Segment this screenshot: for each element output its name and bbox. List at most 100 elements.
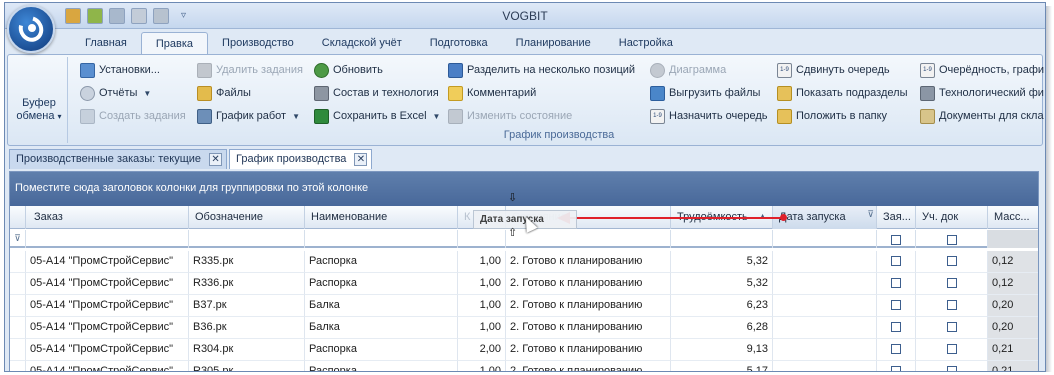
cell-launch-date[interactable]: [773, 361, 877, 371]
cell-name[interactable]: Распорка: [305, 361, 458, 371]
cell-labor[interactable]: 5,32: [671, 251, 773, 273]
filter-cell-launch-date[interactable]: [773, 230, 877, 248]
cell-labor[interactable]: 6,28: [671, 317, 773, 339]
filter-cell-order[interactable]: [26, 230, 189, 248]
column-header-order[interactable]: Заказ: [26, 206, 189, 229]
cell-accounting-doc[interactable]: [916, 295, 988, 317]
doc-tab-production-schedule[interactable]: График производства ✕: [229, 149, 373, 169]
cell-quantity[interactable]: 1,00: [458, 317, 506, 339]
cell-labor[interactable]: 5,32: [671, 273, 773, 295]
checkbox[interactable]: [891, 256, 901, 266]
close-icon[interactable]: ✕: [354, 153, 368, 166]
cell-quantity[interactable]: 1,00: [458, 273, 506, 295]
delete-tasks-button[interactable]: Удалить задания: [197, 60, 303, 80]
row-indicator-cell[interactable]: [10, 295, 26, 317]
filter-cell-quantity[interactable]: [458, 230, 506, 248]
cell-designation[interactable]: R336.pк: [189, 273, 305, 295]
cell-designation[interactable]: B36.pк: [189, 317, 305, 339]
tab-edit[interactable]: Правка: [140, 32, 209, 54]
tab-preparation[interactable]: Подготовка: [416, 32, 502, 54]
row-indicator-cell[interactable]: [10, 317, 26, 339]
queue-graph-button[interactable]: 1-9 Очерёдность, графи: [920, 60, 1044, 80]
checkbox[interactable]: [946, 278, 957, 288]
row-indicator-cell[interactable]: [10, 251, 26, 273]
column-header-application[interactable]: Зая...: [877, 206, 916, 229]
cell-name[interactable]: Балка: [305, 317, 458, 339]
filter-cell-name[interactable]: [305, 230, 458, 248]
show-subdivisions-button[interactable]: Показать подразделы: [777, 83, 907, 103]
cell-labor[interactable]: 6,23: [671, 295, 773, 317]
column-header-accounting-doc[interactable]: Уч. док: [916, 206, 988, 229]
filter-cell-labor[interactable]: [671, 230, 773, 248]
cell-launch-date[interactable]: [773, 295, 877, 317]
cell-application[interactable]: [877, 251, 916, 273]
tech-filter-button[interactable]: Технологический фи: [920, 83, 1044, 103]
cell-order[interactable]: 05-А14 "ПромСтройСервис": [26, 273, 189, 295]
cell-designation[interactable]: R305.pк: [189, 361, 305, 371]
diagram-button[interactable]: Диаграмма: [650, 60, 726, 80]
checkbox[interactable]: [946, 322, 957, 332]
cell-mass[interactable]: 0,21: [988, 339, 1038, 361]
filter-icon[interactable]: ⊽: [867, 206, 874, 225]
refresh-button[interactable]: Обновить: [314, 60, 383, 80]
composition-technology-button[interactable]: Состав и технология: [314, 83, 439, 103]
put-in-folder-button[interactable]: Положить в папку: [777, 106, 887, 126]
cell-name[interactable]: Балка: [305, 295, 458, 317]
cell-launch-date[interactable]: [773, 339, 877, 361]
filter-cell-accounting-doc[interactable]: [916, 230, 988, 248]
cell-labor[interactable]: 9,13: [671, 339, 773, 361]
work-schedule-dropdown[interactable]: График работ ▼: [197, 106, 300, 126]
cell-application[interactable]: [877, 273, 916, 295]
checkbox[interactable]: [946, 344, 957, 354]
checkbox[interactable]: [891, 300, 901, 310]
row-indicator-cell[interactable]: [10, 339, 26, 361]
cell-state[interactable]: 2. Готово к планированию: [506, 339, 671, 361]
cell-state[interactable]: 2. Готово к планированию: [506, 251, 671, 273]
settings-button[interactable]: Установки...: [80, 60, 160, 80]
assign-queue-button[interactable]: 1-9 Назначить очередь: [650, 106, 768, 126]
cell-state[interactable]: 2. Готово к планированию: [506, 317, 671, 339]
close-icon[interactable]: ✕: [209, 153, 223, 166]
filter-cell-designation[interactable]: [189, 230, 305, 248]
cell-application[interactable]: [877, 295, 916, 317]
cell-accounting-doc[interactable]: [916, 273, 988, 295]
upload-files-button[interactable]: Выгрузить файлы: [650, 83, 760, 103]
cell-mass[interactable]: 0,12: [988, 251, 1038, 273]
cell-launch-date[interactable]: [773, 273, 877, 295]
tab-planning[interactable]: Планирование: [502, 32, 605, 54]
cell-name[interactable]: Распорка: [305, 251, 458, 273]
cell-labor[interactable]: 5,17: [671, 361, 773, 371]
warehouse-docs-button[interactable]: Документы для скла: [920, 106, 1044, 126]
cell-state[interactable]: 2. Готово к планированию: [506, 273, 671, 295]
cell-name[interactable]: Распорка: [305, 339, 458, 361]
split-positions-button[interactable]: Разделить на несколько позиций: [448, 60, 635, 80]
cell-mass[interactable]: 0,20: [988, 295, 1038, 317]
cell-application[interactable]: [877, 339, 916, 361]
column-header-mass[interactable]: Масс...: [988, 206, 1038, 229]
checkbox[interactable]: [891, 344, 901, 354]
column-header-name[interactable]: Наименование: [305, 206, 458, 229]
cell-mass[interactable]: 0,20: [988, 317, 1038, 339]
clipboard-button[interactable]: Буфер обмена ▾: [11, 57, 68, 143]
cell-accounting-doc[interactable]: [916, 361, 988, 371]
save-excel-dropdown[interactable]: Сохранить в Excel ▼: [314, 106, 440, 126]
cell-application[interactable]: [877, 317, 916, 339]
cell-launch-date[interactable]: [773, 251, 877, 273]
cell-application[interactable]: [877, 361, 916, 371]
shift-queue-button[interactable]: 1-9 Сдвинуть очередь: [777, 60, 890, 80]
cell-mass[interactable]: 0,21: [988, 361, 1038, 371]
change-state-button[interactable]: Изменить состояние: [448, 106, 572, 126]
tab-settings[interactable]: Настройка: [605, 32, 687, 54]
cell-launch-date[interactable]: [773, 317, 877, 339]
cell-quantity[interactable]: 1,00: [458, 251, 506, 273]
checkbox[interactable]: [891, 322, 901, 332]
checkbox[interactable]: [946, 300, 957, 310]
cell-quantity[interactable]: 1,00: [458, 295, 506, 317]
cell-mass[interactable]: 0,12: [988, 273, 1038, 295]
filter-cell-mass[interactable]: [988, 230, 1038, 248]
cell-designation[interactable]: R335.pк: [189, 251, 305, 273]
comment-button[interactable]: Комментарий: [448, 83, 536, 103]
cell-designation[interactable]: R304.pк: [189, 339, 305, 361]
doc-tab-production-orders[interactable]: Производственные заказы: текущие ✕: [9, 149, 228, 169]
cell-order[interactable]: 05-А14 "ПромСтройСервис": [26, 251, 189, 273]
